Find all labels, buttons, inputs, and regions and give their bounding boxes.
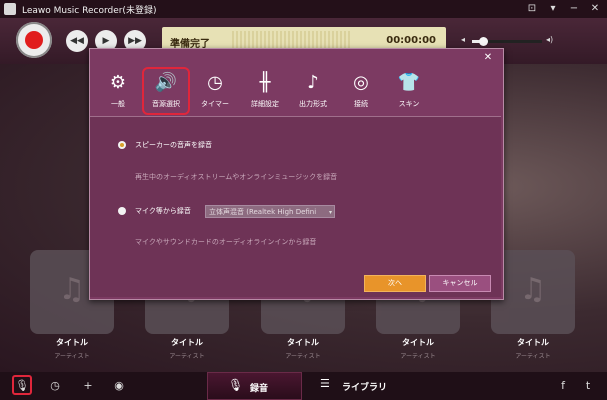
- rewind-button[interactable]: ◀◀: [66, 30, 88, 52]
- app-icon: [4, 3, 16, 15]
- cancel-button[interactable]: キャンセル: [429, 275, 491, 292]
- menu-dropdown-icon[interactable]: ▾: [545, 1, 561, 16]
- tab-record[interactable]: 🎙 録音: [207, 372, 302, 400]
- record-button[interactable]: [16, 22, 52, 58]
- card-artist: アーティスト: [515, 353, 551, 360]
- clock-icon: ◷: [207, 72, 223, 93]
- tab-skin[interactable]: 👕 スキン: [387, 69, 431, 113]
- speaker-option-label[interactable]: スピーカーの音声を録音: [135, 140, 212, 150]
- dialog-body: スピーカーの音声を録音 再生中のオーディオストリームやオンラインミュージックを録…: [90, 117, 501, 297]
- input-device-select[interactable]: 立体声混音 (Realtek High Defini ▾: [205, 205, 335, 218]
- card-title: タイトル: [56, 338, 88, 347]
- window-title: Leawo Music Recorder(未登録): [22, 6, 157, 16]
- tab-source[interactable]: 🔊 音源選択: [142, 67, 190, 115]
- tab-output[interactable]: ♪ 出力形式: [291, 69, 335, 113]
- card-artist: アーティスト: [54, 353, 90, 360]
- library-list-icon[interactable]: ☰: [320, 377, 330, 390]
- speaker-radio[interactable]: [118, 141, 126, 149]
- browser-icon[interactable]: ◉: [111, 378, 127, 394]
- tab-general[interactable]: ⚙ 一般: [96, 69, 140, 113]
- globe-icon: ◎: [353, 72, 369, 93]
- add-icon[interactable]: +: [80, 378, 96, 394]
- time-display: 00:00:00: [386, 35, 436, 46]
- minimize-icon[interactable]: −: [566, 1, 582, 16]
- card-title: タイトル: [402, 338, 434, 347]
- volume-knob[interactable]: [478, 37, 488, 46]
- settings-dialog: ✕ ⚙ 一般 🔊 音源選択 ◷ タイマー ╫ 詳細設定 ♪ 出力形式 ◎ 接続 …: [89, 48, 504, 300]
- chevron-down-icon: ▾: [328, 209, 332, 216]
- card-title: タイトル: [171, 338, 203, 347]
- volume-high-icon: ◂): [546, 35, 554, 44]
- next-button[interactable]: 次へ: [364, 275, 426, 292]
- schedule-icon[interactable]: ◷: [47, 378, 63, 394]
- card-title: タイトル: [287, 338, 319, 347]
- record-dot-icon: [25, 31, 43, 49]
- music-note-icon: ♫: [58, 272, 86, 307]
- tab-library[interactable]: ライブラリ: [342, 380, 387, 393]
- compact-mode-icon[interactable]: ⊡: [524, 1, 540, 16]
- gear-icon: ⚙: [109, 72, 127, 93]
- mic-option-desc: マイクやサウンドカードのオーディオラインインから録音: [135, 238, 317, 246]
- title-bar: Leawo Music Recorder(未登録) ⊡ ▾ − ✕: [0, 0, 607, 18]
- tab-timer[interactable]: ◷ タイマー: [193, 69, 237, 113]
- card-artist: アーティスト: [169, 353, 205, 360]
- dialog-close-icon[interactable]: ✕: [480, 51, 496, 65]
- mic-option-label[interactable]: マイク等から録音: [135, 206, 191, 216]
- card-artist: アーティスト: [285, 353, 321, 360]
- microphone-icon: 🎙: [228, 378, 244, 392]
- shirt-icon: 👕: [397, 72, 421, 93]
- sliders-icon: ╫: [259, 72, 271, 93]
- music-note-icon: ♫: [519, 272, 547, 307]
- mic-radio[interactable]: [118, 207, 126, 215]
- card-artist: アーティスト: [400, 353, 436, 360]
- speaker-icon: 🔊: [154, 72, 178, 93]
- close-icon[interactable]: ✕: [587, 1, 603, 16]
- volume-slider[interactable]: [472, 37, 542, 46]
- twitter-icon[interactable]: t: [580, 378, 596, 394]
- tab-connection[interactable]: ◎ 接続: [339, 69, 383, 113]
- microphone-icon[interactable]: 🎙: [14, 378, 30, 394]
- facebook-icon[interactable]: f: [555, 378, 571, 394]
- card-title: タイトル: [517, 338, 549, 347]
- music-file-icon: ♪: [307, 72, 319, 93]
- speaker-option-desc: 再生中のオーディオストリームやオンラインミュージックを録音: [135, 173, 338, 181]
- volume-low-icon: ◂: [461, 35, 466, 44]
- tab-advanced[interactable]: ╫ 詳細設定: [243, 69, 287, 113]
